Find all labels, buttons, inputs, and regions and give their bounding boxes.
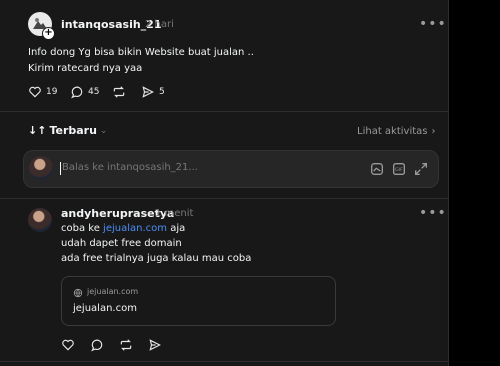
view-activity-label: Lihat aktivitas (357, 126, 428, 137)
share-count: 5 (159, 87, 165, 97)
sort-dropdown[interactable]: ↓↑ Terbaru ⌄ (28, 124, 107, 137)
post-time: 2 hari (145, 19, 174, 30)
sort-arrows-icon: ↓↑ (28, 124, 47, 137)
comment-icon (91, 339, 103, 352)
image-icon[interactable] (369, 161, 385, 177)
comment-like-button[interactable] (61, 338, 75, 352)
share-button[interactable]: 5 (141, 85, 165, 99)
comment-link[interactable]: jejualan.com (103, 223, 167, 234)
user-avatar (29, 156, 53, 180)
link-card-domain: jejualan.com (87, 287, 139, 296)
globe-icon (73, 288, 83, 298)
thread-panel: + intanqosasih_21 2 hari ••• Info dong Y… (0, 0, 449, 366)
comment-repost-button[interactable] (119, 338, 133, 352)
comment-text-line-2: udah dapet free domain (61, 238, 182, 249)
heart-icon (29, 86, 41, 98)
view-activity-link[interactable]: Lihat aktivitas › (357, 126, 436, 137)
repost-button[interactable] (112, 85, 126, 99)
comment-icon (71, 86, 83, 99)
comment-text-suffix: aja (167, 223, 186, 234)
like-button[interactable]: 19 (28, 85, 57, 99)
commenter-avatar[interactable] (28, 208, 52, 232)
send-icon (149, 339, 161, 351)
gif-icon[interactable]: GIF (391, 161, 407, 177)
comment-count: 45 (88, 87, 100, 97)
repost-icon (120, 339, 132, 351)
comment-text-line-1: coba ke jejualan.com aja (61, 223, 185, 234)
follow-plus-icon[interactable]: + (42, 27, 55, 40)
reply-input[interactable]: Balas ke intanqosasih_21... (62, 162, 198, 173)
post-more-icon[interactable]: ••• (419, 16, 447, 32)
expand-icon[interactable] (413, 161, 429, 177)
svg-text:GIF: GIF (395, 167, 403, 173)
post-text-line-1: Info dong Yg bisa bikin Website buat jua… (28, 47, 254, 58)
heart-icon (62, 339, 74, 351)
comment-text-line-3: ada free trialnya juga kalau mau coba (61, 253, 252, 264)
comment-time: 1 menit (155, 208, 194, 219)
sort-label: Terbaru (49, 124, 97, 137)
divider (0, 111, 448, 112)
comment-more-icon[interactable]: ••• (419, 205, 447, 221)
comment-share-button[interactable] (148, 338, 162, 352)
link-preview-card[interactable]: jejualan.com jejualan.com (61, 276, 336, 326)
link-card-title: jejualan.com (73, 303, 137, 314)
comment-button[interactable]: 45 (70, 85, 99, 99)
chevron-right-icon: › (431, 126, 436, 137)
divider (0, 361, 448, 362)
repost-icon (113, 86, 125, 98)
like-count: 19 (46, 87, 58, 97)
chevron-down-icon: ⌄ (99, 125, 108, 136)
reply-box[interactable]: Balas ke intanqosasih_21... GIF (23, 150, 439, 188)
comment-text-prefix: coba ke (61, 223, 104, 234)
send-icon (142, 86, 154, 98)
comment-reply-button[interactable] (90, 338, 104, 352)
divider (0, 198, 448, 199)
reply-caret (60, 162, 61, 175)
post-text-line-2: Kirim ratecard nya yaa (28, 63, 143, 74)
